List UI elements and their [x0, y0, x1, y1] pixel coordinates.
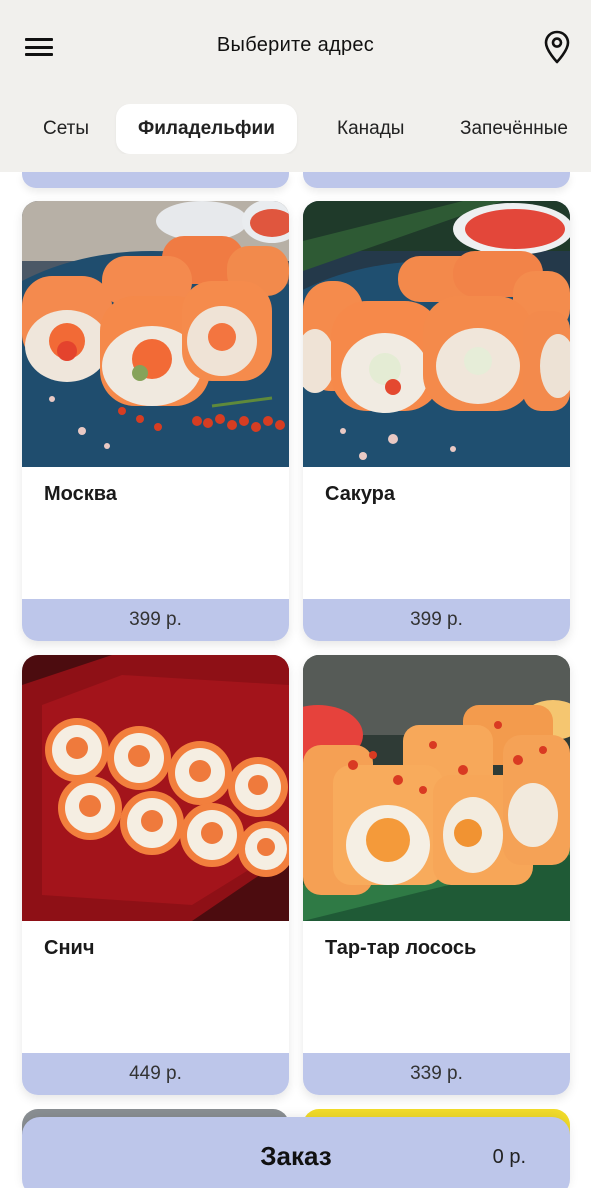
order-button[interactable]: Заказ 0 р. [22, 1117, 570, 1188]
app-header: Выберите адрес Сеты Филадельфии Канады З… [0, 0, 591, 172]
product-image [303, 201, 570, 467]
product-name: Тар-тар лосось [325, 937, 477, 959]
tab-sety[interactable]: Сеты [43, 104, 89, 154]
product-name: Снич [44, 937, 95, 959]
tab-zapechennye[interactable]: Запечённые [460, 104, 568, 154]
product-price-button[interactable]: 399 р. [303, 599, 570, 641]
product-card[interactable]: Москва 399 р. [22, 201, 289, 641]
map-pin-icon[interactable] [542, 30, 572, 64]
product-name: Москва [44, 483, 117, 505]
product-image [22, 201, 289, 467]
previous-row-price-bar [22, 172, 289, 188]
product-price-button[interactable]: 399 р. [22, 599, 289, 641]
product-price-button[interactable]: 449 р. [22, 1053, 289, 1095]
product-image [303, 655, 570, 921]
previous-row-price-bar [303, 172, 570, 188]
order-total: 0 р. [492, 1146, 526, 1168]
product-card[interactable]: Тар-тар лосось 339 р. [303, 655, 570, 1095]
product-price-button[interactable]: 339 р. [303, 1053, 570, 1095]
product-card[interactable]: Сакура 399 р. [303, 201, 570, 641]
order-label: Заказ [260, 1141, 332, 1171]
address-selector[interactable]: Выберите адрес [0, 34, 591, 57]
tab-filadelfii[interactable]: Филадельфии [116, 104, 297, 154]
product-name: Сакура [325, 483, 396, 505]
product-card[interactable]: Снич 449 р. [22, 655, 289, 1095]
tab-kanady[interactable]: Канады [337, 104, 404, 154]
product-image [22, 655, 289, 921]
category-tabs: Сеты Филадельфии Канады Запечённые [0, 104, 591, 154]
